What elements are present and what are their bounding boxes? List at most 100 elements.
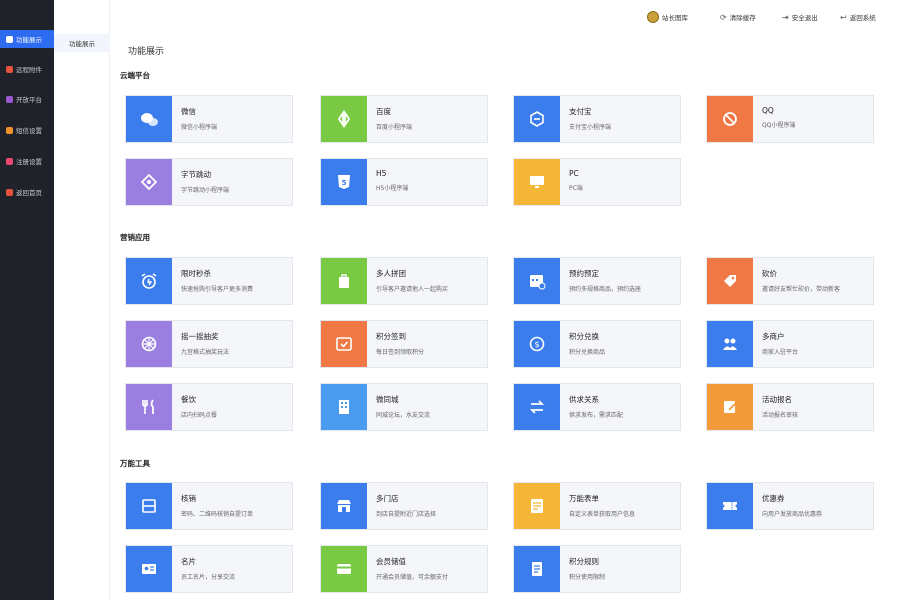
feature-card[interactable]: 微信 微信小程序端 xyxy=(125,95,293,143)
card-title: 名片 xyxy=(181,557,196,566)
id-card-icon xyxy=(126,546,172,592)
feature-card[interactable]: 优惠券 向用户发放商品优惠券 xyxy=(706,482,874,530)
section-title: 云端平台 xyxy=(120,71,150,80)
feature-card[interactable]: 积分规则积分使用限制 xyxy=(513,545,681,593)
back-button[interactable]: ↩ 返回系统 xyxy=(840,11,876,23)
feature-card[interactable]: 多商户 商家入驻平台 xyxy=(706,320,874,368)
edit-form-icon xyxy=(707,384,753,430)
baidu-icon xyxy=(321,96,367,142)
feature-card[interactable]: 支付宝 支付宝小程序端 xyxy=(513,95,681,143)
form-icon xyxy=(514,483,560,529)
card-text: 优惠券 向用户发放商品优惠券 xyxy=(753,483,822,529)
subnav-item-features[interactable]: 功能展示 xyxy=(54,34,110,52)
feature-card[interactable]: 核销 密码、二维码核销自提订单 xyxy=(125,482,293,530)
sidebar-item-home[interactable]: 返回首页 xyxy=(0,183,54,201)
feature-card[interactable]: 预约预定 预约多规格商品，预约选座 xyxy=(513,257,681,305)
sidebar-item-label: 短信设置 xyxy=(16,127,42,135)
sidebar-item-label: 远程附件 xyxy=(16,66,42,74)
feature-card[interactable]: 微同城 同城论坛，水友交流 xyxy=(320,383,488,431)
calendar-icon xyxy=(514,258,560,304)
feature-card[interactable]: 多人拼团引导客户邀请他人一起购买 xyxy=(320,257,488,305)
feature-card[interactable]: 积分签到 每日签到领取积分 xyxy=(320,320,488,368)
card-description: 引导客户邀请他人一起购买 xyxy=(376,286,449,293)
logout-button[interactable]: ⇥ 安全退出 xyxy=(782,11,818,23)
card-title: 优惠券 xyxy=(762,494,785,503)
card-text: 微同城 同城论坛，水友交流 xyxy=(367,384,430,430)
coin-icon: $ xyxy=(514,321,560,367)
qq-icon xyxy=(707,96,753,142)
sidebar-item-features[interactable]: 功能展示 xyxy=(0,30,54,48)
card-title: PC xyxy=(569,169,579,178)
card-description: 支付宝小程序端 xyxy=(569,124,612,131)
card-description: 字节跳动小程序端 xyxy=(181,187,230,194)
card-text: 积分兑换 积分兑换商品 xyxy=(560,321,605,367)
card-title: 供求关系 xyxy=(569,395,599,404)
card-description: 预约多规格商品，预约选座 xyxy=(569,286,642,293)
feature-card[interactable]: 限时秒杀 快速抢购引导客户更多消费 xyxy=(125,257,293,305)
card-text: 积分规则积分使用限制 xyxy=(560,546,605,592)
main-content: 功能展示 云端平台 微信 微信小程序端 百度 百度小程序端 支付宝 支付宝小程序端 QQ QQ小… xyxy=(110,34,900,600)
sidebar-item-remote-attachment[interactable]: 远程附件 xyxy=(0,60,54,78)
card-title: 多门店 xyxy=(376,494,399,503)
feature-card[interactable]: 活动报名活动报名审核 xyxy=(706,383,874,431)
card-text: 字节跳动 字节跳动小程序端 xyxy=(172,159,229,205)
card-text: 砍价 邀请好友帮忙砍价，带动新客 xyxy=(753,258,840,304)
feature-card[interactable]: PC PC端 xyxy=(513,158,681,206)
feature-card[interactable]: 摇一摇抽奖 九宫格式抽奖玩法 xyxy=(125,320,293,368)
feature-card[interactable]: 万能表单 自定义表单获取用户信息 xyxy=(513,482,681,530)
card-text: 万能表单 自定义表单获取用户信息 xyxy=(560,483,635,529)
sidebar-item-label: 注册设置 xyxy=(16,158,42,166)
feature-card[interactable]: 多门店到店自提附近门店选择 xyxy=(320,482,488,530)
feature-card[interactable]: QQ QQ小程序端 xyxy=(706,95,874,143)
feature-card[interactable]: $ 积分兑换 积分兑换商品 xyxy=(513,320,681,368)
feature-card[interactable]: 5 H5 H5小程序端 xyxy=(320,158,488,206)
scan-icon xyxy=(126,483,172,529)
card-description: 店内扫码点餐 xyxy=(181,412,218,419)
card-title: 摇一摇抽奖 xyxy=(181,332,219,341)
card-description: 活动报名审核 xyxy=(762,412,799,419)
logout-icon: ⇥ xyxy=(782,12,789,22)
svg-text:$: $ xyxy=(534,340,539,349)
feature-card[interactable]: 名片 员工名片，分享交流 xyxy=(125,545,293,593)
sub-sidebar: 功能展示 xyxy=(54,0,110,600)
card-text: 微信 微信小程序端 xyxy=(172,96,217,142)
card-description: 积分使用限制 xyxy=(569,574,606,581)
card-description: 到店自提附近门店选择 xyxy=(376,511,437,518)
card-text: 活动报名活动报名审核 xyxy=(753,384,798,430)
bytedance-icon xyxy=(126,159,172,205)
clear-cache-button[interactable]: ⟳ 清除缓存 xyxy=(720,11,756,23)
feature-card[interactable]: 会员储值 开通会员储值，可余额支付 xyxy=(320,545,488,593)
sidebar-item-open-platform[interactable]: 开放平台 xyxy=(0,90,54,108)
cutlery-icon xyxy=(126,384,172,430)
feature-card[interactable]: 供求关系供求发布，需求匹配 xyxy=(513,383,681,431)
sidebar-item-register-settings[interactable]: 注册设置 xyxy=(0,152,54,170)
card-title: 多商户 xyxy=(762,332,785,341)
card-description: H5小程序端 xyxy=(376,185,409,192)
feature-card[interactable]: 字节跳动 字节跳动小程序端 xyxy=(125,158,293,206)
user-menu[interactable]: 站长图库 xyxy=(647,11,688,23)
card-title: 限时秒杀 xyxy=(181,269,211,278)
card-description: 积分兑换商品 xyxy=(569,349,606,356)
feature-card[interactable]: 餐饮 店内扫码点餐 xyxy=(125,383,293,431)
user-icon xyxy=(6,157,13,165)
lottery-icon xyxy=(126,321,172,367)
sidebar-item-sms-settings[interactable]: 短信设置 xyxy=(0,121,54,139)
store-icon xyxy=(321,483,367,529)
section-title: 营销应用 xyxy=(120,233,150,242)
card-text: 名片 员工名片，分享交流 xyxy=(172,546,235,592)
feature-card[interactable]: 百度 百度小程序端 xyxy=(320,95,488,143)
card-title: 多人拼团 xyxy=(376,269,406,278)
refresh-icon: ⟳ xyxy=(720,12,727,22)
card-description: PC端 xyxy=(569,185,583,192)
alarm-clock-icon xyxy=(126,258,172,304)
card-title: 活动报名 xyxy=(762,395,792,404)
card-description: 供求发布，需求匹配 xyxy=(569,412,624,419)
card-title: 积分规则 xyxy=(569,557,599,566)
feature-card[interactable]: 砍价 邀请好友帮忙砍价，带动新客 xyxy=(706,257,874,305)
card-text: 预约预定 预约多规格商品，预约选座 xyxy=(560,258,641,304)
card-description: 开通会员储值，可余额支付 xyxy=(376,574,449,581)
wechat-icon xyxy=(126,96,172,142)
home-icon xyxy=(6,188,13,196)
card-text: 摇一摇抽奖 九宫格式抽奖玩法 xyxy=(172,321,229,367)
message-icon xyxy=(6,126,13,134)
